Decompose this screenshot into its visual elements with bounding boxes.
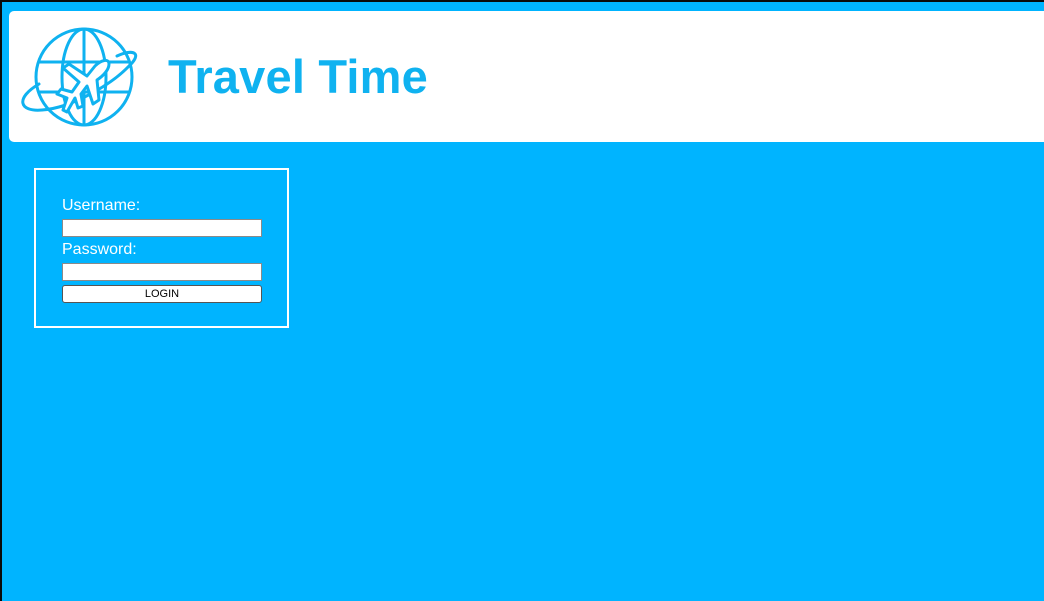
login-form: Username: Password: LOGIN xyxy=(34,168,289,328)
page-title: Travel Time xyxy=(168,50,428,103)
header: Travel Time xyxy=(9,11,1044,142)
page: Travel Time Username: Password: LOGIN xyxy=(0,0,1044,601)
login-button[interactable]: LOGIN xyxy=(62,285,262,303)
globe-airplane-icon xyxy=(21,27,138,127)
username-input[interactable] xyxy=(62,219,262,237)
password-input[interactable] xyxy=(62,263,262,281)
password-label: Password: xyxy=(62,241,137,258)
username-label: Username: xyxy=(62,197,141,214)
